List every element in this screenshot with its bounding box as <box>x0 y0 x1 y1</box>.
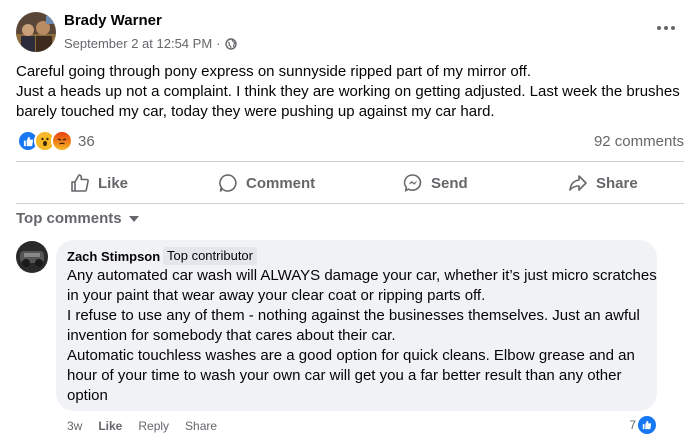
reaction-count[interactable]: 36 <box>78 133 95 150</box>
post-line: barely touched my car, today they were p… <box>16 103 495 120</box>
comment-sort-label: Top comments <box>16 210 122 227</box>
comment-reply-button[interactable]: Reply <box>138 419 169 433</box>
share-button[interactable]: Share <box>568 165 638 201</box>
top-contributor-badge[interactable]: Top contributor <box>163 247 257 265</box>
comment-sort-dropdown[interactable]: Top comments <box>16 210 140 227</box>
post-line: Just a heads up not a complaint. I think… <box>16 83 680 100</box>
comment-count-link[interactable]: 92 comments <box>594 133 684 150</box>
share-label: Share <box>596 174 638 192</box>
comment-bubble-icon <box>219 174 237 192</box>
reaction-summary[interactable] <box>17 130 73 152</box>
comment-reaction-summary[interactable]: 7 <box>629 416 656 434</box>
comment-line: in your paint that wear away your clear … <box>67 287 486 304</box>
like-label: Like <box>98 174 129 192</box>
comment-line: hour of your time to wash your own car w… <box>67 367 622 384</box>
angry-icon <box>51 130 73 152</box>
divider <box>16 161 684 162</box>
comment-label: Comment <box>246 174 316 192</box>
comment-button[interactable]: Comment <box>218 165 315 201</box>
comment-age[interactable]: 3w <box>67 419 82 433</box>
divider <box>16 203 684 204</box>
post-author-name[interactable]: Brady Warner <box>64 12 162 29</box>
post-body: Careful going through pony express on su… <box>16 62 686 122</box>
globe-icon <box>224 37 237 50</box>
comment-line: Automatic touchless washes are a good op… <box>67 347 635 364</box>
send-label: Send <box>431 174 468 192</box>
like-button[interactable]: Like <box>70 165 128 201</box>
comment-line: option <box>67 387 108 404</box>
meta-separator: · <box>216 36 221 51</box>
messenger-icon <box>403 174 422 193</box>
comment-line: I refuse to use any of them - nothing ag… <box>67 307 640 324</box>
more-options-icon[interactable] <box>654 18 678 38</box>
author-avatar[interactable] <box>16 12 56 52</box>
caret-down-icon <box>128 215 139 222</box>
comment-share-button[interactable]: Share <box>185 419 217 433</box>
comment-reaction-count: 7 <box>629 418 636 432</box>
post-meta: September 2 at 12:54 PM · <box>64 36 237 51</box>
send-button[interactable]: Send <box>403 165 468 201</box>
comment-body: Any automated car wash will ALWAYS damag… <box>67 266 657 406</box>
post-line: Careful going through pony express on su… <box>16 63 531 80</box>
thumbs-up-icon <box>71 174 89 192</box>
post-timestamp[interactable]: September 2 at 12:54 PM <box>64 36 212 51</box>
comment-line: Any automated car wash will ALWAYS damag… <box>67 267 657 284</box>
comment-actions: 3w Like Reply Share <box>67 419 217 433</box>
commenter-name[interactable]: Zach Stimpson <box>67 249 160 264</box>
commenter-avatar[interactable] <box>16 241 48 273</box>
like-icon <box>638 416 656 434</box>
comment-like-button[interactable]: Like <box>98 419 122 433</box>
comment-line: invention for somebody that cares about … <box>67 327 396 344</box>
share-arrow-icon <box>569 175 587 191</box>
